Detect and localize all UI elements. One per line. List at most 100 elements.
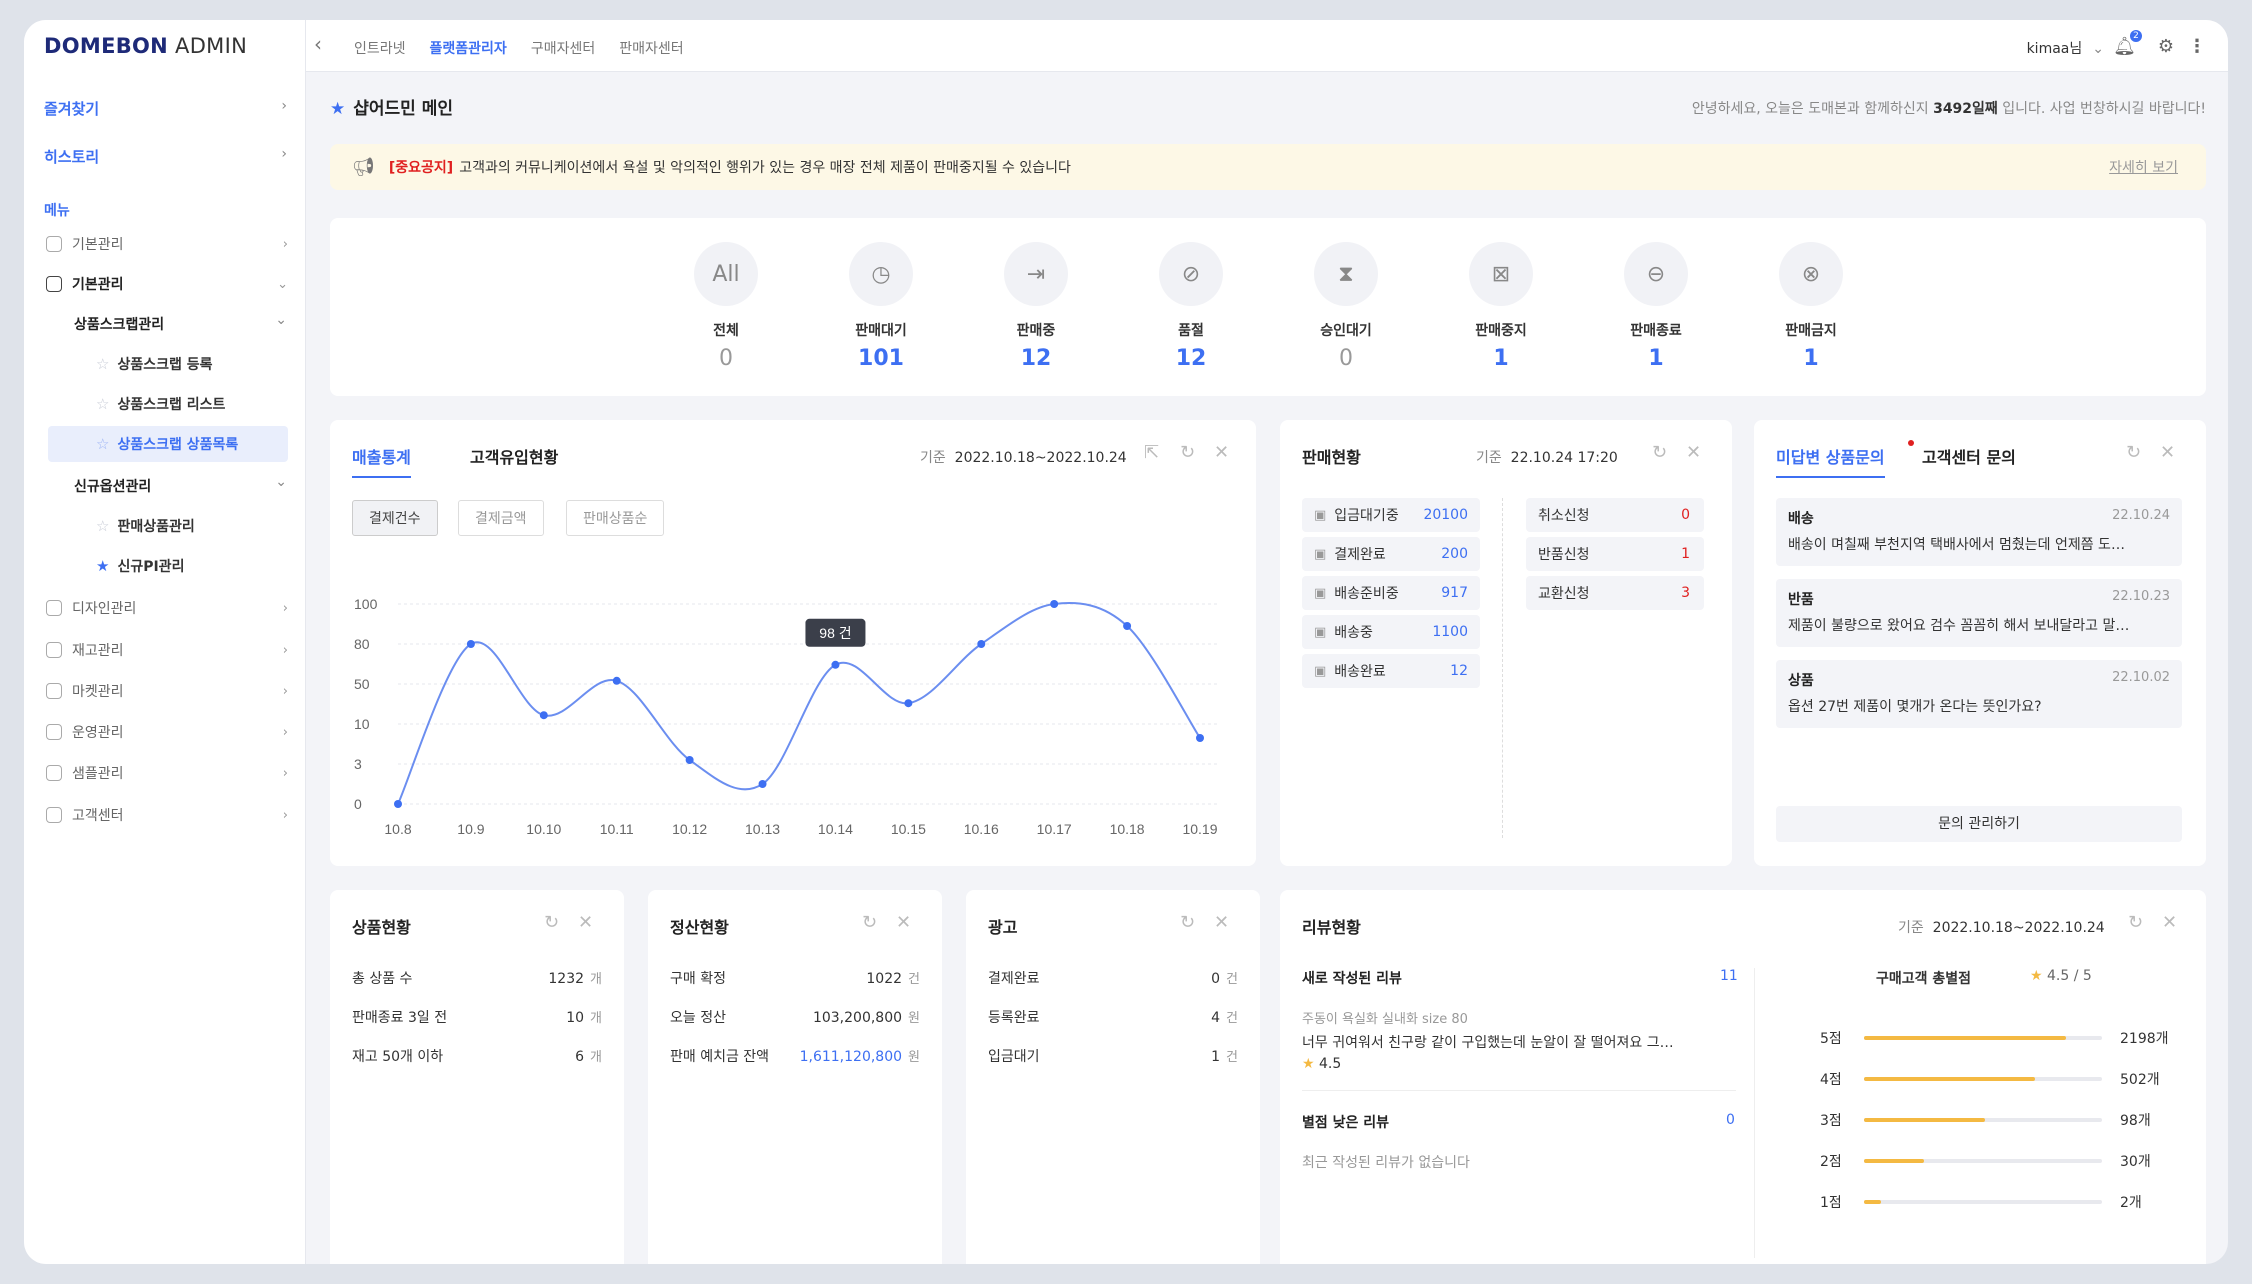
product-status-card: All 전체 0 ◷ 판매대기 101 ⇥ 판매중 12 ⊘ 품절 12 ⧗ 승인대기 0 ⊠ 판매중지 1 ⊖ 판매… bbox=[330, 218, 2206, 396]
notice-more-link[interactable]: 자세히 보기 bbox=[2109, 157, 2178, 177]
status-item[interactable]: All 전체 0 bbox=[666, 242, 786, 371]
chevron-down-icon[interactable]: ⌄ bbox=[275, 312, 287, 328]
refresh-icon[interactable]: ↻ bbox=[2126, 442, 2141, 463]
data-point[interactable] bbox=[977, 640, 986, 648]
status-item[interactable]: ⊗ 판매금지 1 bbox=[1751, 242, 1871, 371]
data-point[interactable] bbox=[1050, 600, 1059, 608]
more-vertical-icon[interactable]: ⋮ bbox=[2188, 36, 2206, 57]
chevron-right-icon[interactable]: › bbox=[281, 98, 287, 114]
sidebar: DOMEBON ADMIN 즐겨찾기 › 히스토리 › 메뉴 기본관리 › 기본… bbox=[24, 20, 306, 1264]
status-item[interactable]: ⊖ 판매종료 1 bbox=[1596, 242, 1716, 371]
inquiry-item[interactable]: 상품 22.10.02 옵션 27번 제품이 몇개가 온다는 뜻인가요? bbox=[1776, 660, 2182, 728]
sidebar-item-design[interactable]: 디자인관리 › bbox=[24, 588, 306, 628]
gear-icon[interactable]: ⚙ bbox=[2158, 36, 2174, 57]
refresh-icon[interactable]: ↻ bbox=[544, 912, 559, 933]
star-icon[interactable]: ☆ bbox=[96, 435, 109, 453]
sidebar-item-market[interactable]: 마켓관리 › bbox=[24, 671, 306, 711]
chevron-right-icon[interactable]: › bbox=[281, 146, 287, 162]
close-icon[interactable]: ✕ bbox=[2162, 912, 2177, 933]
order-row[interactable]: ▣ 결제완료 200 bbox=[1302, 537, 1480, 571]
sidebar-item-stock[interactable]: 재고관리 › bbox=[24, 630, 306, 670]
sidebar-item-support[interactable]: 고객센터 › bbox=[24, 795, 306, 835]
sidebar-subsub-scrap-register[interactable]: ☆ 상품스크랩 등록 bbox=[72, 346, 306, 382]
tab-platform-admin[interactable]: 플랫폼관리자 bbox=[430, 38, 507, 58]
sidebar-item-sample[interactable]: 샘플관리 › bbox=[24, 753, 306, 793]
chevron-left-icon[interactable]: ‹ bbox=[314, 32, 322, 56]
rating-bar-fill bbox=[1864, 1077, 2035, 1081]
status-item[interactable]: ⊘ 품절 12 bbox=[1131, 242, 1251, 371]
close-icon[interactable]: ✕ bbox=[1214, 912, 1229, 933]
data-point[interactable] bbox=[539, 711, 548, 720]
refresh-icon[interactable]: ↻ bbox=[862, 912, 877, 933]
notice-banner: 📢︎ [중요공지] 고객과의 커뮤니케이션에서 욕설 및 악의적인 행위가 있는… bbox=[330, 144, 2206, 190]
sidebar-item-basic-open[interactable]: 기본관리 ⌄ bbox=[24, 264, 306, 304]
data-point[interactable] bbox=[394, 800, 402, 808]
data-point[interactable] bbox=[1196, 734, 1204, 742]
star-icon[interactable]: ☆ bbox=[96, 395, 109, 413]
card-title: 판매현황 bbox=[1302, 448, 1361, 467]
history-link[interactable]: 히스토리 bbox=[44, 146, 99, 167]
order-row[interactable]: ▣ 배송준비중 917 bbox=[1302, 576, 1480, 610]
chevron-right-icon: › bbox=[282, 765, 288, 781]
tab-buyer-center[interactable]: 구매자센터 bbox=[531, 38, 595, 58]
refresh-icon[interactable]: ↻ bbox=[2128, 912, 2143, 933]
manage-inquiries-button[interactable]: 문의 관리하기 bbox=[1776, 806, 2182, 842]
inquiry-item[interactable]: 배송 22.10.24 배송이 며칠째 부천지역 택배사에서 멈췄는데 언제쯤 도… bbox=[1776, 498, 2182, 566]
sidebar-sub-options[interactable]: 신규옵션관리 bbox=[74, 476, 151, 496]
favorites-link[interactable]: 즐겨찾기 bbox=[44, 98, 99, 119]
sidebar-subsub-sale-products[interactable]: ☆ 판매상품관리 bbox=[72, 508, 306, 544]
close-icon[interactable]: ✕ bbox=[1686, 442, 1701, 463]
claim-row[interactable]: 교환신청 3 bbox=[1526, 576, 1704, 610]
chevron-down-icon: ⌄ bbox=[277, 276, 288, 292]
status-item[interactable]: ◷ 판매대기 101 bbox=[821, 242, 941, 371]
order-row[interactable]: ▣ 입금대기중 20100 bbox=[1302, 498, 1480, 532]
tab-intranet[interactable]: 인트라넷 bbox=[354, 38, 406, 58]
new-dot bbox=[1908, 440, 1914, 446]
sidebar-subsub-scrap-products[interactable]: ☆ 상품스크랩 상품목록 bbox=[48, 426, 288, 462]
status-label: 품절 bbox=[1178, 323, 1204, 339]
logo[interactable]: DOMEBON ADMIN bbox=[44, 34, 247, 58]
status-item[interactable]: ⊠ 판매중지 1 bbox=[1441, 242, 1561, 371]
rating-count: 2198개 bbox=[2120, 1031, 2169, 1047]
data-point[interactable] bbox=[612, 676, 621, 685]
data-point[interactable] bbox=[466, 640, 475, 648]
stat-row: 판매 예치금 잔액 1,611,120,800 원 bbox=[670, 1049, 920, 1065]
order-row[interactable]: ▣ 배송중 1100 bbox=[1302, 615, 1480, 649]
tab-support-inquiries[interactable]: 고객센터 문의 bbox=[1922, 444, 2016, 468]
sidebar-item-ops[interactable]: 운영관리 › bbox=[24, 712, 306, 752]
claim-row[interactable]: 취소신청 0 bbox=[1526, 498, 1704, 532]
star-filled-icon[interactable]: ★ bbox=[96, 557, 109, 575]
data-point[interactable] bbox=[904, 699, 913, 708]
x-tick-label: 10.15 bbox=[891, 821, 926, 837]
close-icon[interactable]: ✕ bbox=[578, 912, 593, 933]
close-icon[interactable]: ✕ bbox=[2160, 442, 2175, 463]
rating-label: 2점 bbox=[1820, 1154, 1842, 1170]
data-point[interactable] bbox=[1123, 622, 1132, 630]
tab-unanswered[interactable]: 미답변 상품문의 bbox=[1776, 444, 1885, 478]
star-filled-icon[interactable]: ★ bbox=[330, 99, 345, 119]
tab-seller-center[interactable]: 판매자센터 bbox=[619, 38, 683, 58]
status-count: 1 bbox=[1803, 346, 1819, 371]
order-row[interactable]: ▣ 배송완료 12 bbox=[1302, 654, 1480, 688]
claim-row[interactable]: 반품신청 1 bbox=[1526, 537, 1704, 571]
status-item[interactable]: ⧗ 승인대기 0 bbox=[1286, 242, 1406, 371]
x-circle-icon: ⊗ bbox=[1779, 242, 1843, 306]
refresh-icon[interactable]: ↻ bbox=[1652, 442, 1667, 463]
refresh-icon[interactable]: ↻ bbox=[1180, 912, 1195, 933]
sidebar-sub-scrap[interactable]: 상품스크랩관리 bbox=[74, 314, 164, 334]
card-title: 광고 bbox=[988, 918, 1018, 937]
data-point[interactable] bbox=[685, 756, 694, 764]
sidebar-item-basic[interactable]: 기본관리 › bbox=[24, 224, 306, 264]
review-text[interactable]: 너무 귀여워서 친구랑 같이 구입했는데 눈알이 잘 떨어져요 그… bbox=[1302, 1032, 1732, 1052]
user-menu[interactable]: kimaa님 ⌄ bbox=[2027, 38, 2104, 58]
star-icon[interactable]: ☆ bbox=[96, 355, 109, 373]
close-icon[interactable]: ✕ bbox=[896, 912, 911, 933]
data-point[interactable] bbox=[758, 780, 767, 788]
sidebar-subsub-new-pi[interactable]: ★ 신규PI관리 bbox=[72, 548, 306, 584]
chevron-down-icon[interactable]: ⌄ bbox=[275, 474, 287, 490]
sidebar-subsub-scrap-list[interactable]: ☆ 상품스크랩 리스트 bbox=[72, 386, 306, 422]
inquiry-item[interactable]: 반품 22.10.23 제품이 불량으로 왔어요 검수 꼼꼼히 해서 보내달라고 말… bbox=[1776, 579, 2182, 647]
star-icon[interactable]: ☆ bbox=[96, 517, 109, 535]
data-point[interactable] bbox=[831, 660, 840, 669]
status-item[interactable]: ⇥ 판매중 12 bbox=[976, 242, 1096, 371]
